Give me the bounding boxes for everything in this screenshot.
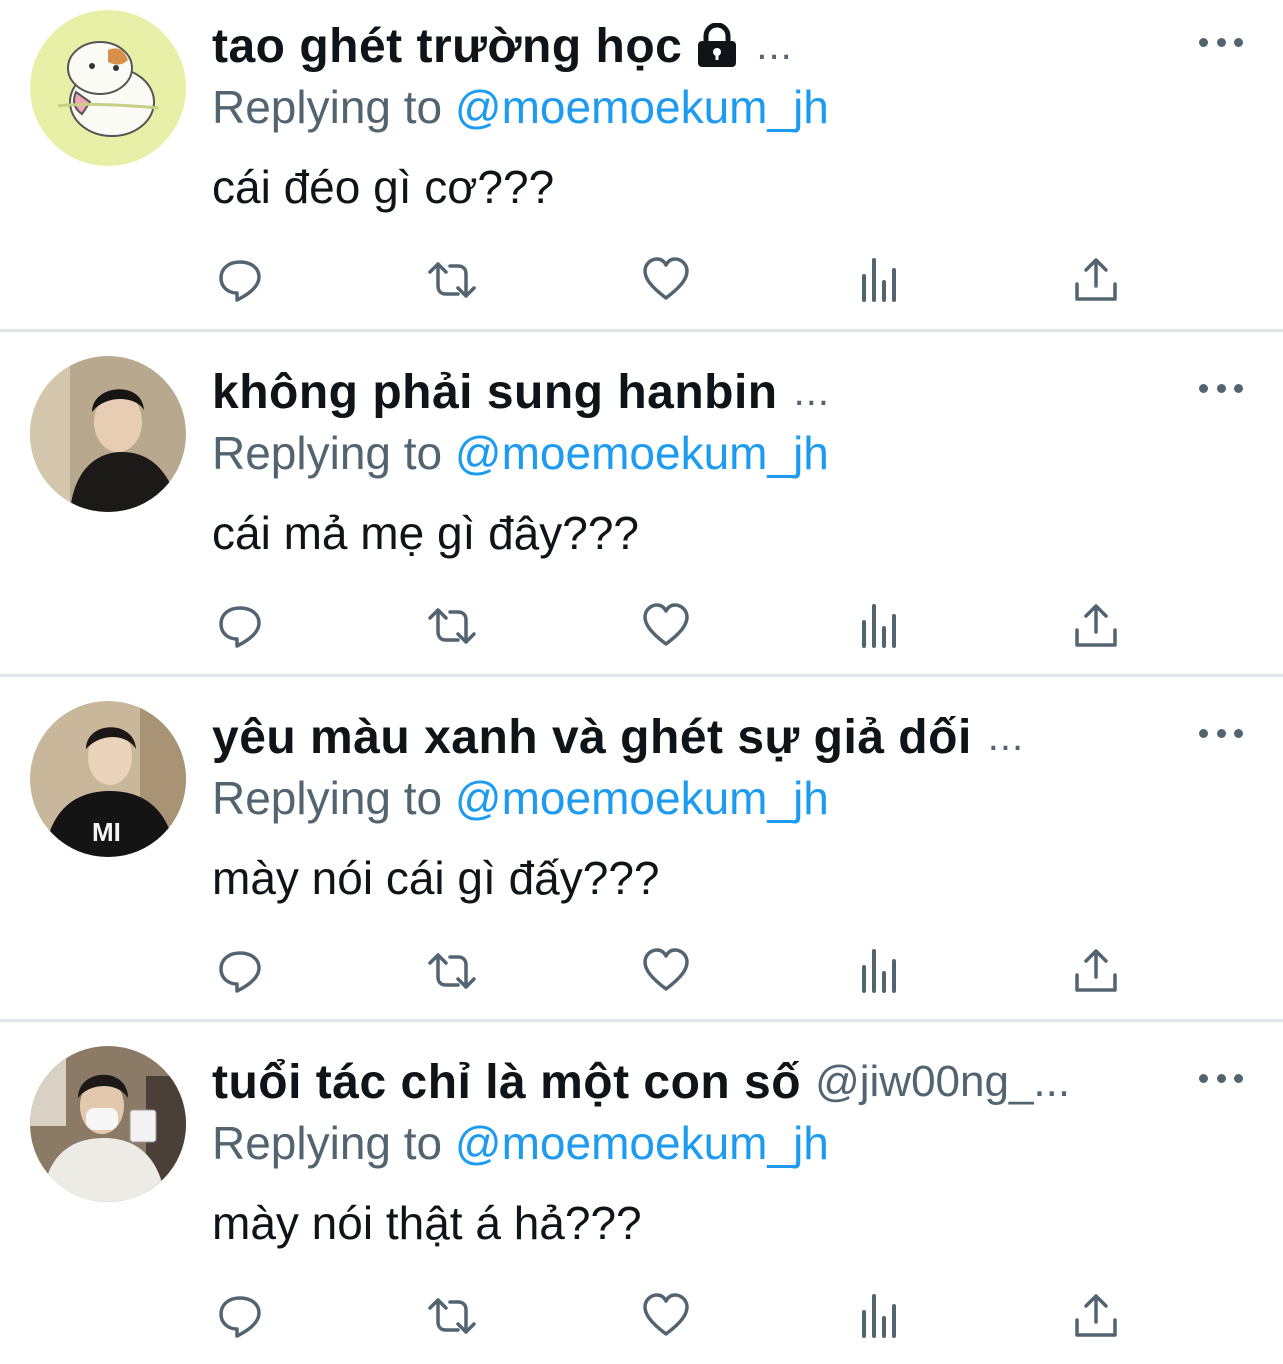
hamster-avatar-icon xyxy=(30,10,186,166)
share-icon xyxy=(1075,258,1117,301)
person-avatar-icon xyxy=(30,356,186,512)
like-button[interactable] xyxy=(640,945,692,997)
replying-to: Replying to @moemoekum_jh xyxy=(212,426,829,480)
heart-icon xyxy=(643,257,689,300)
avatar[interactable] xyxy=(30,356,186,512)
retweet-icon xyxy=(428,1298,476,1334)
replying-to-handle[interactable]: @moemoekum_jh xyxy=(455,1117,829,1169)
divider xyxy=(0,329,1283,332)
reply-icon xyxy=(219,1296,261,1338)
avatar[interactable] xyxy=(30,10,186,166)
more-dots-icon[interactable] xyxy=(1199,1064,1243,1092)
like-button[interactable] xyxy=(640,600,692,652)
heart-icon xyxy=(643,948,689,991)
tweet-text: mày nói cái gì đấy??? xyxy=(212,852,660,904)
retweet-button[interactable] xyxy=(426,600,478,652)
heart-icon xyxy=(643,603,689,646)
retweet-icon xyxy=(428,953,476,989)
reply-button[interactable] xyxy=(214,254,266,306)
person-avatar-icon: MI xyxy=(30,701,186,857)
share-button[interactable] xyxy=(1070,600,1122,652)
action-bar xyxy=(212,945,1132,1001)
analytics-icon xyxy=(862,604,896,648)
retweet-button[interactable] xyxy=(426,1290,478,1342)
author-handle[interactable]: @jiw00ng_... xyxy=(815,1057,1070,1107)
share-button[interactable] xyxy=(1070,945,1122,997)
tweet-text: cái đéo gì cơ??? xyxy=(212,161,555,213)
reply-button[interactable] xyxy=(214,600,266,652)
replying-to: Replying to @moemoekum_jh xyxy=(212,1116,829,1170)
avatar[interactable] xyxy=(30,1046,186,1202)
like-button[interactable] xyxy=(640,1290,692,1342)
share-icon xyxy=(1075,1294,1117,1337)
analytics-icon xyxy=(862,949,896,993)
replying-to: Replying to @moemoekum_jh xyxy=(212,80,829,134)
replying-label: Replying to xyxy=(212,427,443,479)
replying-to-handle[interactable]: @moemoekum_jh xyxy=(455,81,829,133)
avatar[interactable]: MI xyxy=(30,701,186,857)
author-name[interactable]: tao ghét trường học xyxy=(212,19,682,74)
reply-button[interactable] xyxy=(214,1290,266,1342)
more-dots-icon[interactable] xyxy=(1199,28,1243,56)
retweet-button[interactable] xyxy=(426,254,478,306)
like-button[interactable] xyxy=(640,254,692,306)
action-bar xyxy=(212,600,1132,656)
replying-label: Replying to xyxy=(212,772,443,824)
share-button[interactable] xyxy=(1070,1290,1122,1342)
name-truncation: ... xyxy=(987,714,1025,759)
author-line: không phải sung hanbin ... xyxy=(212,364,1173,420)
author-name[interactable]: không phải sung hanbin xyxy=(212,365,778,420)
replying-to: Replying to @moemoekum_jh xyxy=(212,771,829,825)
analytics-icon xyxy=(862,258,896,302)
tweet-reply[interactable]: tuổi tác chỉ là một con số @jiw00ng_... … xyxy=(0,1036,1283,1364)
reply-button[interactable] xyxy=(214,945,266,997)
share-icon xyxy=(1075,949,1117,992)
replying-to-handle[interactable]: @moemoekum_jh xyxy=(455,427,829,479)
reply-icon xyxy=(219,260,261,302)
lock-icon xyxy=(698,23,737,67)
author-line: tao ghét trường học ... xyxy=(212,18,1173,74)
analytics-icon xyxy=(862,1294,896,1338)
svg-text:MI: MI xyxy=(92,817,121,847)
retweet-icon xyxy=(428,608,476,644)
name-truncation: ... xyxy=(756,23,793,68)
name-truncation: ... xyxy=(793,369,830,414)
views-button[interactable] xyxy=(854,254,906,306)
tweet-text: cái mả mẹ gì đây??? xyxy=(212,507,640,559)
tweet-reply[interactable]: MI yêu màu xanh và ghét sự giả dối ... R… xyxy=(0,691,1283,1036)
views-button[interactable] xyxy=(854,945,906,997)
person-avatar-icon xyxy=(30,1046,186,1202)
author-name[interactable]: tuổi tác chỉ là một con số xyxy=(212,1055,801,1110)
divider xyxy=(0,674,1283,677)
action-bar xyxy=(212,1290,1132,1346)
author-line: yêu màu xanh và ghét sự giả dối ... xyxy=(212,709,1173,765)
replying-label: Replying to xyxy=(212,1117,443,1169)
heart-icon xyxy=(643,1293,689,1336)
tweet-reply[interactable]: tao ghét trường học ... Replying to @moe… xyxy=(0,0,1283,345)
tweet-text: mày nói thật á hả??? xyxy=(212,1197,642,1249)
views-button[interactable] xyxy=(854,1290,906,1342)
replying-to-handle[interactable]: @moemoekum_jh xyxy=(455,772,829,824)
divider xyxy=(0,1019,1283,1022)
retweet-button[interactable] xyxy=(426,945,478,997)
views-button[interactable] xyxy=(854,600,906,652)
author-name[interactable]: yêu màu xanh và ghét sự giả dối xyxy=(212,710,972,765)
replying-label: Replying to xyxy=(212,81,443,133)
author-line: tuổi tác chỉ là một con số @jiw00ng_... xyxy=(212,1054,1173,1110)
more-dots-icon[interactable] xyxy=(1199,719,1243,747)
action-bar xyxy=(212,254,1132,310)
reply-icon xyxy=(219,951,261,993)
more-dots-icon[interactable] xyxy=(1199,374,1243,402)
retweet-icon xyxy=(428,262,476,298)
share-icon xyxy=(1075,604,1117,647)
reply-icon xyxy=(219,606,261,648)
share-button[interactable] xyxy=(1070,254,1122,306)
tweet-reply[interactable]: không phải sung hanbin ... Replying to @… xyxy=(0,346,1283,691)
